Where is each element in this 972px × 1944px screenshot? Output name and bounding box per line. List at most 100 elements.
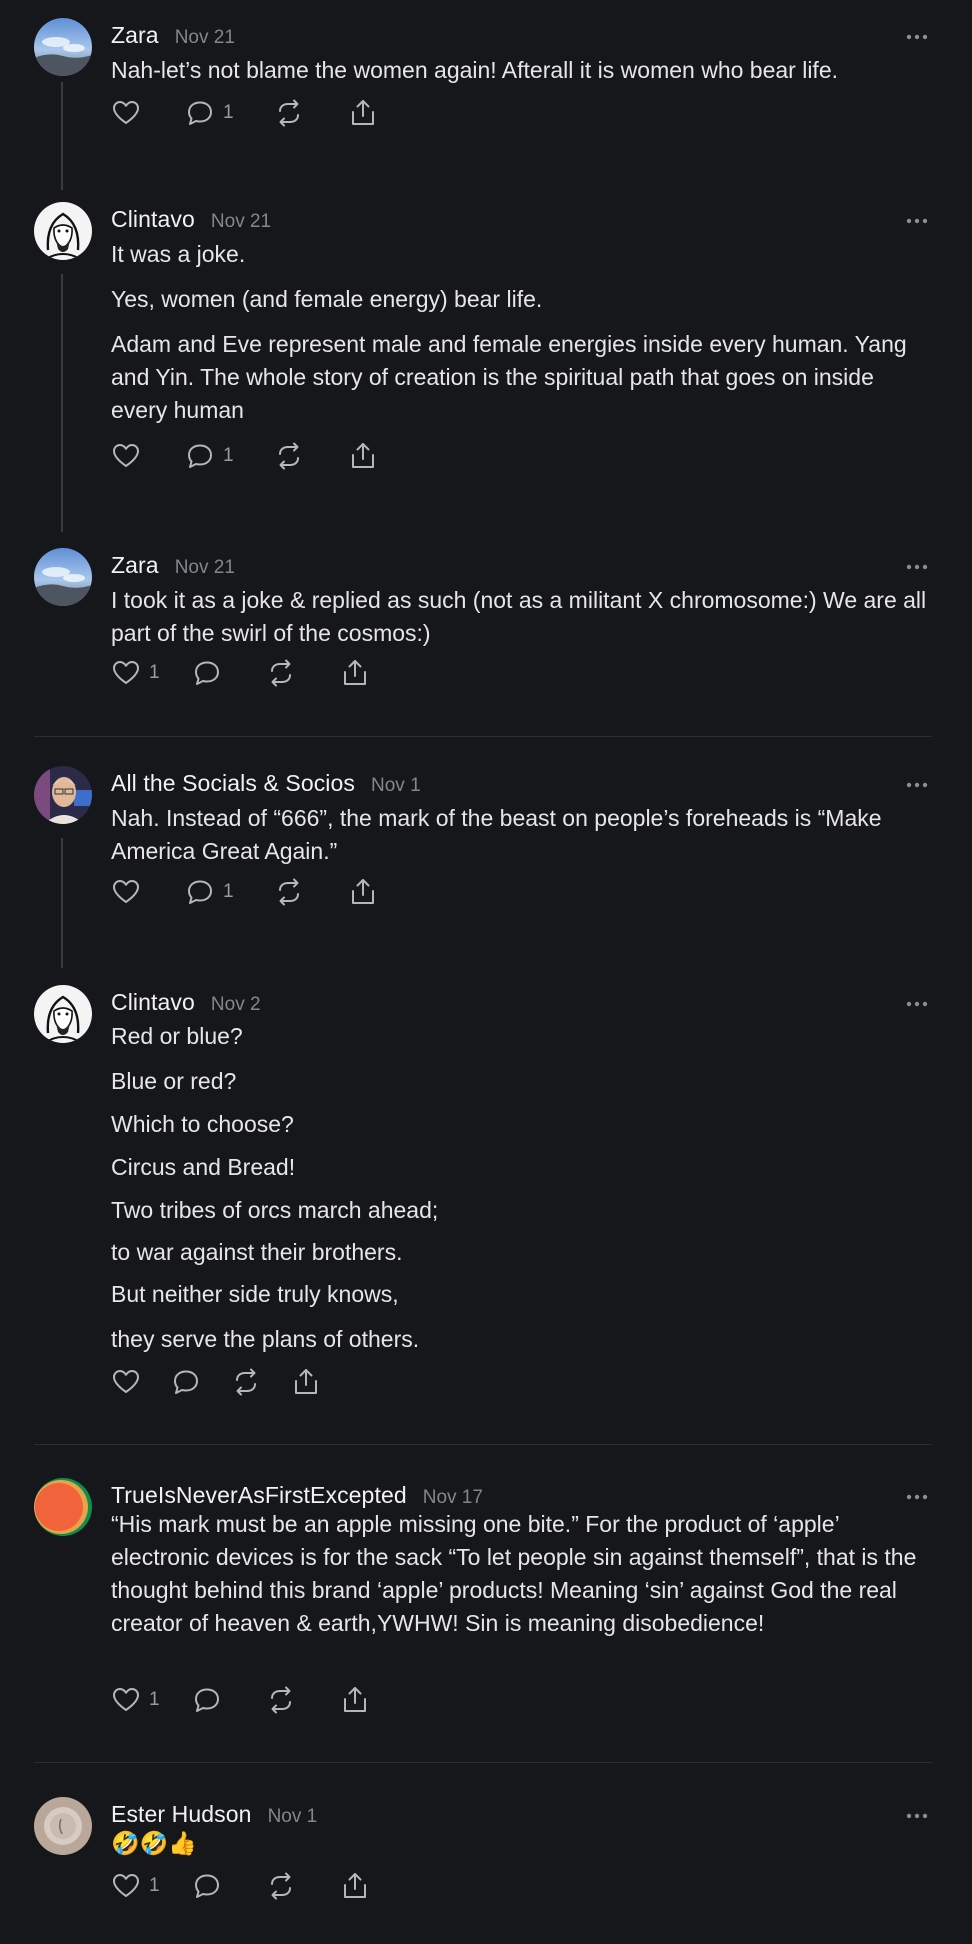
comment-date[interactable]: Nov 21 [175,557,235,579]
comment-icon [194,661,219,685]
restack-icon [270,1686,291,1714]
more-button[interactable] [902,770,932,800]
comment-date[interactable]: Nov 1 [371,775,421,797]
like-button[interactable] [111,98,141,128]
restack-button[interactable] [266,1871,296,1901]
heart-icon [113,444,139,467]
author-name[interactable]: Ester Hudson [111,1801,252,1828]
comment-body: Clintavo Nov 2 Red or blue? Blue or red? Whi… [111,989,932,1426]
comment-icon [188,101,212,125]
avatar-orange [34,1478,92,1536]
like-button[interactable]: 1 [111,1871,160,1901]
comment-text: Circus and Bread! [111,1154,296,1180]
like-button[interactable]: 1 [111,1685,160,1715]
avatar[interactable] [34,202,92,260]
restack-button[interactable] [274,877,304,907]
restack-button[interactable] [231,1367,261,1397]
comment-date[interactable]: Nov 21 [175,27,235,49]
share-icon [295,1369,317,1394]
author-name[interactable]: Zara [111,22,159,49]
share-icon [343,660,366,685]
comment-date[interactable]: Nov 2 [211,994,261,1016]
comment-icon [174,1370,198,1394]
reply-count: 1 [223,102,234,123]
more-button[interactable] [902,206,932,236]
restack-icon [278,878,299,906]
comment-text: to war against their brothers. [111,1239,403,1265]
share-button[interactable] [291,1367,321,1397]
comment-header: Clintavo Nov 21 [111,206,932,240]
author-name[interactable]: Clintavo [111,989,195,1016]
share-button[interactable] [340,1871,370,1901]
avatar-beige [34,1797,92,1855]
reply-button[interactable] [192,1685,222,1715]
comment-actions: 1 [111,1868,370,1904]
comment-body: Ester Hudson Nov 1 🤣🤣👍 1 [111,1801,932,1930]
author-name[interactable]: Clintavo [111,206,195,233]
comment-icon [188,880,212,904]
more-icon [906,34,928,40]
avatar-sketch [34,202,92,260]
share-icon [343,1687,366,1712]
comment-feed: Zara Nov 21 Nah-let’s not blame the women … [0,0,972,1944]
reply-button[interactable]: 1 [185,441,234,471]
avatar[interactable] [34,1478,92,1536]
like-button[interactable] [111,877,141,907]
reply-button[interactable]: 1 [185,877,234,907]
author-name[interactable]: Zara [111,552,159,579]
comment-actions: 1 [111,874,378,910]
comment-text: I took it as a joke & replied as such (n… [111,587,927,646]
restack-icon [270,1872,291,1900]
more-icon [906,564,928,570]
like-button[interactable] [111,1367,141,1397]
like-button[interactable]: 1 [111,658,160,688]
reply-button[interactable]: 1 [185,98,234,128]
comment-text: Red or blue? [111,1023,243,1049]
comment-date[interactable]: Nov 17 [423,1487,483,1509]
avatar[interactable] [34,548,92,606]
share-button[interactable] [340,1685,370,1715]
comment-header: Zara Nov 21 [111,22,932,56]
like-button[interactable] [111,441,141,471]
restack-button[interactable] [274,441,304,471]
comment-icon [194,1874,219,1898]
like-count: 1 [149,662,160,683]
thread-line [61,838,63,968]
comment-header: All the Socials & Socios Nov 1 [111,770,932,804]
more-icon [906,782,928,788]
comment-date[interactable]: Nov 1 [268,1806,318,1828]
restack-button[interactable] [266,658,296,688]
comment-header: Clintavo Nov 2 [111,989,932,1023]
more-button[interactable] [902,552,932,582]
comment-text: Adam and Eve represent male and female e… [111,331,907,423]
author-name[interactable]: All the Socials & Socios [111,770,355,797]
reply-button[interactable] [192,1871,222,1901]
avatar-sketch [34,985,92,1043]
avatar[interactable] [34,985,92,1043]
reply-button[interactable] [192,658,222,688]
restack-button[interactable] [266,1685,296,1715]
more-button[interactable] [902,22,932,52]
more-button[interactable] [902,989,932,1019]
comment-body: Zara Nov 21 Nah-let’s not blame the women … [111,22,932,157]
avatar[interactable] [34,766,92,824]
share-button[interactable] [348,98,378,128]
author-name[interactable]: TrueIsNeverAsFirstExcepted [111,1482,407,1509]
avatar-sky [34,18,92,76]
avatar[interactable] [34,1797,92,1855]
comment-actions: 1 [111,655,370,691]
share-button[interactable] [340,658,370,688]
more-icon [906,1494,928,1500]
comment-date[interactable]: Nov 21 [211,211,271,233]
comment-text: Nah-let’s not blame the women again! Aft… [111,57,839,83]
comment-actions: 1 [111,438,378,474]
share-button[interactable] [348,441,378,471]
reply-button[interactable] [171,1367,201,1397]
comment-text: “His mark must be an apple missing one b… [111,1511,917,1636]
comment-text: Two tribes of orcs march ahead; [111,1197,439,1223]
share-button[interactable] [348,877,378,907]
avatar[interactable] [34,18,92,76]
reply-count: 1 [223,445,234,466]
comment-text: It was a joke. [111,241,246,267]
restack-button[interactable] [274,98,304,128]
